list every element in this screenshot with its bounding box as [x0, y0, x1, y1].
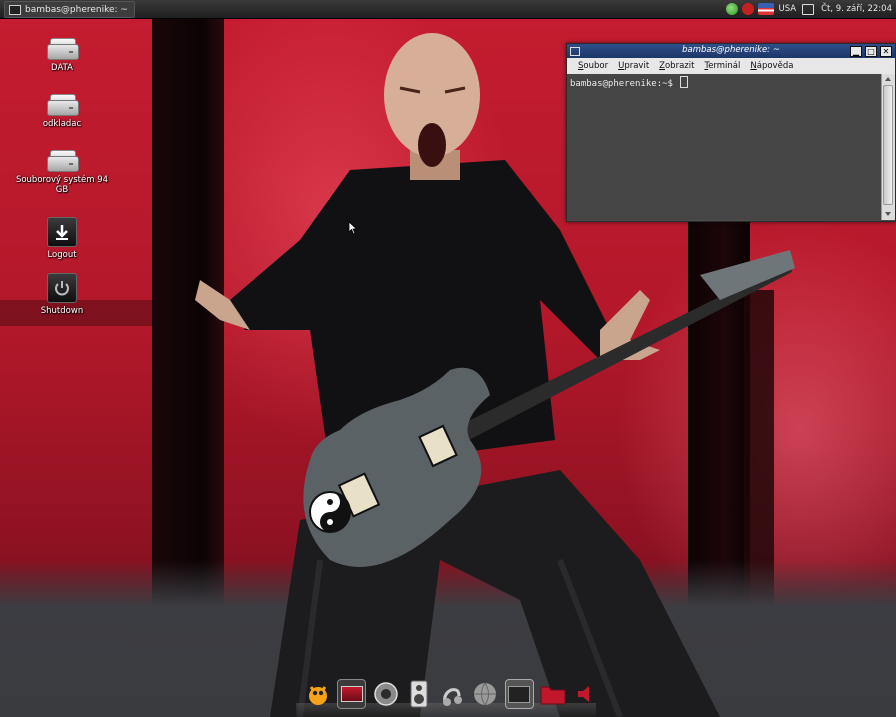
taskbar-button-label: bambas@pherenike: ~ [25, 4, 128, 15]
web-browser-icon[interactable] [372, 680, 399, 708]
desktop-icon-label: odkladac [42, 119, 82, 129]
keyboard-layout-label[interactable]: USA [778, 4, 796, 14]
desktop-icon-label: DATA [51, 63, 73, 73]
menu-terminal[interactable]: Terminál [699, 61, 745, 71]
terminal-titlebar[interactable]: bambas@pherenike: ~ ▁ □ ✕ [567, 44, 895, 58]
speaker-icon[interactable] [405, 680, 432, 708]
terminal-icon [9, 4, 21, 15]
desktop-icon-logout[interactable]: Logout [12, 217, 112, 260]
network-icon[interactable] [726, 3, 739, 15]
system-tray: USA Čt, 9. září, 22:04 [726, 1, 892, 17]
mouse-pointer-icon [348, 221, 358, 235]
desktop-icon-data[interactable]: DATA [12, 38, 112, 73]
gimp-icon[interactable] [304, 680, 331, 708]
drive-icon [47, 94, 79, 116]
folder-icon[interactable] [540, 680, 567, 708]
desktop-icon-label: Shutdown [40, 306, 84, 316]
terminal-window[interactable]: bambas@pherenike: ~ ▁ □ ✕ Soubor Upravit… [566, 43, 896, 222]
desktop-icon-label: Logout [47, 250, 77, 260]
menu-zobrazit[interactable]: Zobrazit [654, 61, 699, 71]
top-panel: bambas@pherenike: ~ USA Čt, 9. září, 22:… [0, 0, 896, 19]
video-player-icon[interactable] [337, 679, 367, 709]
keyboard-flag-icon[interactable] [758, 3, 775, 15]
terminal-prompt: bambas@pherenike:~$ [570, 79, 679, 89]
scroll-down-icon[interactable] [885, 212, 891, 216]
window-list-icon[interactable] [802, 3, 815, 15]
desktop-icon-filesystem[interactable]: Souborový systém 94 GB [12, 150, 112, 195]
taskbar-button-terminal[interactable]: bambas@pherenike: ~ [4, 1, 135, 18]
terminal-menubar: Soubor Upravit Zobrazit Terminál Nápověd… [567, 58, 895, 74]
drive-icon [47, 150, 79, 172]
terminal-scroll-thumb[interactable] [883, 85, 893, 205]
menu-soubor[interactable]: Soubor [573, 61, 613, 71]
terminal-output[interactable]: bambas@pherenike:~$ [567, 74, 881, 220]
terminal-title: bambas@pherenike: ~ [682, 45, 780, 55]
close-button[interactable]: ✕ [880, 46, 892, 57]
clock[interactable]: Čt, 9. září, 22:04 [821, 4, 892, 14]
menu-napoveda[interactable]: Nápověda [745, 61, 798, 71]
desktop-icon-odkladac[interactable]: odkladac [12, 94, 112, 129]
dock [300, 676, 600, 712]
minimize-button[interactable]: ▁ [850, 46, 862, 57]
audio-editor-icon[interactable] [438, 680, 465, 708]
scroll-up-icon[interactable] [885, 77, 891, 81]
maximize-button[interactable]: □ [865, 46, 877, 57]
power-icon [47, 273, 77, 303]
volume-icon[interactable] [573, 680, 600, 708]
desktop-icon-shutdown[interactable]: Shutdown [12, 273, 112, 316]
terminal-cursor [680, 76, 689, 88]
terminal-scrollbar[interactable] [881, 74, 895, 220]
globe-icon[interactable] [472, 680, 499, 708]
terminal-icon[interactable] [504, 679, 534, 709]
logout-icon [47, 217, 77, 247]
desktop-icon-label: Souborový systém 94 GB [15, 175, 109, 195]
drive-icon [47, 38, 79, 60]
menu-upravit[interactable]: Upravit [613, 61, 654, 71]
accessibility-icon[interactable] [742, 3, 755, 15]
